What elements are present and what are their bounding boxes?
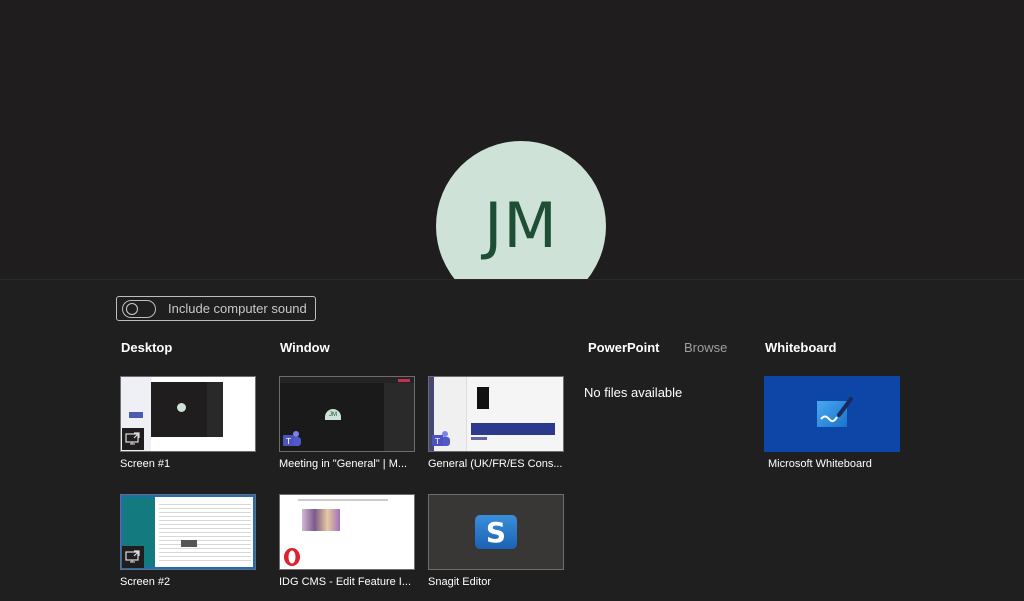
snagit-icon: S: [475, 515, 517, 549]
tile-label: Meeting in "General" | M...: [279, 458, 408, 470]
section-window: Window: [280, 340, 330, 355]
share-content-panel: Include computer sound Desktop Window Po…: [0, 279, 1024, 601]
screen-share-icon: [122, 428, 144, 450]
section-desktop: Desktop: [121, 340, 173, 355]
browse-link[interactable]: Browse: [684, 340, 727, 355]
idg-cms-thumbnail[interactable]: [279, 494, 415, 570]
general-window-thumbnail[interactable]: T: [428, 376, 564, 452]
meeting-window-thumbnail[interactable]: JM T: [279, 376, 415, 452]
teams-icon: T: [430, 428, 452, 450]
tile-label: Snagit Editor: [428, 576, 491, 588]
svg-text:T: T: [285, 437, 291, 446]
snagit-thumbnail[interactable]: S: [428, 494, 564, 570]
whiteboard-tile[interactable]: Microsoft Whiteboard: [764, 376, 900, 470]
no-files-text: No files available: [584, 385, 683, 400]
desktop-screen-2-tile[interactable]: Screen #2: [120, 494, 256, 588]
tile-label: IDG CMS - Edit Feature I...: [279, 576, 412, 588]
participant-avatar: JM: [436, 141, 606, 279]
window-snagit-tile[interactable]: S Snagit Editor: [428, 494, 564, 588]
meeting-stage: JM: [0, 0, 1024, 279]
svg-text:T: T: [434, 437, 440, 446]
screen-1-thumbnail[interactable]: [120, 376, 256, 452]
section-whiteboard: Whiteboard: [765, 340, 837, 355]
screen-2-thumbnail[interactable]: [120, 494, 256, 570]
tile-label: General (UK/FR/ES Cons...: [428, 458, 563, 470]
teams-icon: T: [281, 428, 303, 450]
window-meeting-tile[interactable]: JM T Meeting in "General" | M...: [279, 376, 415, 470]
desktop-screen-1-tile[interactable]: Screen #1: [120, 376, 256, 470]
whiteboard-thumbnail[interactable]: [764, 376, 900, 452]
section-powerpoint: PowerPoint: [588, 340, 660, 355]
include-computer-sound-toggle[interactable]: Include computer sound: [116, 296, 316, 321]
toggle-switch[interactable]: [122, 299, 156, 318]
window-idg-cms-tile[interactable]: IDG CMS - Edit Feature I...: [279, 494, 415, 588]
include-sound-label: Include computer sound: [168, 301, 307, 316]
thumb-avatar: JM: [325, 409, 341, 420]
tile-label: Microsoft Whiteboard: [768, 458, 872, 470]
tile-label: Screen #1: [120, 458, 171, 470]
opera-icon: [281, 546, 303, 568]
avatar-initials: JM: [484, 188, 558, 262]
window-general-tile[interactable]: T General (UK/FR/ES Cons...: [428, 376, 564, 470]
toggle-knob: [126, 302, 138, 315]
whiteboard-icon: [817, 397, 853, 427]
screen-share-icon: [122, 546, 144, 568]
tile-label: Screen #2: [120, 576, 171, 588]
